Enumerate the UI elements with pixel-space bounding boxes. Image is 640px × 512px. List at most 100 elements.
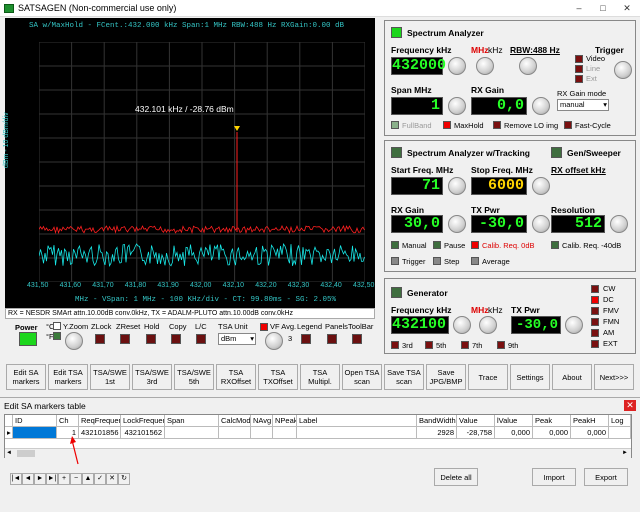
table-cell[interactable]: -28,758: [457, 427, 495, 439]
copy-toggle[interactable]: [171, 334, 181, 344]
fullband-checkbox[interactable]: [391, 121, 399, 129]
panels-toggle[interactable]: [327, 334, 337, 344]
column-header[interactable]: Log: [609, 415, 631, 427]
tsa-txpwr-knob[interactable]: [532, 215, 550, 233]
table-cell[interactable]: [609, 427, 631, 439]
table-cell[interactable]: 0,000: [571, 427, 609, 439]
tsa-start-knob[interactable]: [448, 177, 466, 195]
mode-ext-radio[interactable]: [591, 340, 599, 348]
toolbar-button[interactable]: About: [552, 364, 592, 390]
tsa-rxgain-knob[interactable]: [448, 215, 466, 233]
nav-button[interactable]: ↻: [118, 473, 130, 485]
toolbar-button[interactable]: TSA Multipl.: [300, 364, 340, 390]
minimize-button[interactable]: –: [572, 2, 586, 14]
calib-40db-checkbox[interactable]: [551, 241, 559, 249]
sa-mhz-label[interactable]: MHz: [471, 45, 488, 55]
gen-sweeper-led[interactable]: [551, 147, 562, 158]
import-button[interactable]: Import: [532, 468, 576, 486]
maximize-button[interactable]: □: [596, 2, 610, 14]
trigger-knob[interactable]: [614, 61, 632, 79]
zlock-toggle[interactable]: [95, 334, 105, 344]
toolbar-button[interactable]: Edit SA markers: [6, 364, 46, 390]
legend-toggle[interactable]: [301, 334, 311, 344]
toolbar-button[interactable]: Save TSA scan: [384, 364, 424, 390]
tsa-stop-knob[interactable]: [532, 177, 550, 195]
rxgain-mode-select[interactable]: manual ▾: [557, 99, 609, 111]
vf-avg-checkbox[interactable]: [260, 323, 268, 331]
gen-mhz-knob[interactable]: [479, 316, 497, 334]
sa-rxgain-knob[interactable]: [532, 97, 550, 115]
column-header[interactable]: Value: [457, 415, 495, 427]
fastcycle-checkbox[interactable]: [564, 121, 572, 129]
zreset-toggle[interactable]: [120, 334, 130, 344]
toolbar-toggle[interactable]: [352, 334, 362, 344]
sa-rxgain-display[interactable]: 0,0: [471, 97, 527, 115]
tsa-resolution-display[interactable]: 512: [551, 215, 605, 233]
sa-span-display[interactable]: 1: [391, 97, 443, 115]
power-button[interactable]: [19, 332, 37, 346]
column-header[interactable]: Span: [165, 415, 219, 427]
sa-rbw-knob[interactable]: [519, 57, 537, 75]
harmonic-5th-checkbox[interactable]: [425, 341, 433, 349]
mode-cw-radio[interactable]: [591, 285, 599, 293]
harmonic-7th-checkbox[interactable]: [461, 341, 469, 349]
tsa-enable-led[interactable]: [391, 147, 402, 158]
scroll-thumb[interactable]: [17, 450, 35, 457]
column-header[interactable]: LockFrequency: [121, 415, 165, 427]
sa-mhz-knob[interactable]: [476, 57, 494, 75]
column-header[interactable]: Label: [297, 415, 417, 427]
trigger-video-radio[interactable]: [575, 55, 583, 63]
horizontal-scrollbar[interactable]: ◄ ►: [5, 448, 631, 458]
tsa-trigger-checkbox[interactable]: [391, 257, 399, 265]
tsa-rxoffset-label[interactable]: RX offset kHz: [551, 165, 606, 175]
gen-txpwr-knob[interactable]: [565, 316, 583, 334]
table-cell[interactable]: [219, 427, 251, 439]
maxhold-checkbox[interactable]: [443, 121, 451, 129]
toolbar-button[interactable]: Open TSA scan: [342, 364, 382, 390]
scroll-right-icon[interactable]: ►: [622, 450, 628, 456]
close-button[interactable]: ✕: [620, 2, 634, 14]
markers-close-button[interactable]: ✕: [624, 400, 636, 411]
toolbar-button[interactable]: Settings: [510, 364, 550, 390]
sa-span-knob[interactable]: [448, 97, 466, 115]
average-checkbox[interactable]: [471, 257, 479, 265]
toolbar-button[interactable]: TSA/SWE 1st: [90, 364, 130, 390]
calib-0db-checkbox[interactable]: [471, 241, 479, 249]
table-cell[interactable]: [297, 427, 417, 439]
spectrum-plot[interactable]: SA w/MaxHold - FCent.:432.000 kHz Span:1…: [3, 18, 375, 308]
nav-button[interactable]: ►: [34, 473, 46, 485]
toolbar-button[interactable]: Edit TSA markers: [48, 364, 88, 390]
table-cell[interactable]: 432101856: [79, 427, 121, 439]
harmonic-9th-checkbox[interactable]: [497, 341, 505, 349]
step-checkbox[interactable]: [433, 257, 441, 265]
column-header[interactable]: ReqFrequency: [79, 415, 121, 427]
delete-all-button[interactable]: Delete all: [434, 468, 478, 486]
sa-frequency-knob[interactable]: [448, 57, 466, 75]
column-header[interactable]: NAvg: [251, 415, 273, 427]
gen-frequency-display[interactable]: 432100: [391, 316, 449, 334]
nav-button[interactable]: +: [58, 473, 70, 485]
table-cell[interactable]: 432101562: [121, 427, 165, 439]
toolbar-button[interactable]: TSA RXOffset: [216, 364, 256, 390]
tsa-resolution-knob[interactable]: [610, 215, 628, 233]
sa-khz-label[interactable]: kHz: [488, 45, 503, 55]
tsa-stop-display[interactable]: 6000: [471, 177, 527, 195]
toolbar-button[interactable]: Next>>>: [594, 364, 634, 390]
scroll-left-icon[interactable]: ◄: [6, 450, 12, 456]
hold-toggle[interactable]: [146, 334, 156, 344]
table-cell[interactable]: 0,000: [495, 427, 533, 439]
nav-button[interactable]: |◄: [10, 473, 22, 485]
nav-button[interactable]: ►|: [46, 473, 58, 485]
tsa-txpwr-display[interactable]: -30,0: [471, 215, 527, 233]
nav-button[interactable]: ◄: [22, 473, 34, 485]
nav-button[interactable]: ▲: [82, 473, 94, 485]
toolbar-button[interactable]: TSA/SWE 3rd: [132, 364, 172, 390]
column-header[interactable]: BandWidth: [417, 415, 457, 427]
mode-fmn-radio[interactable]: [591, 318, 599, 326]
nav-button[interactable]: ✓: [94, 473, 106, 485]
column-header[interactable]: NPeak: [273, 415, 297, 427]
table-cell[interactable]: [13, 427, 57, 439]
mode-am-radio[interactable]: [591, 329, 599, 337]
table-cell[interactable]: 0,000: [533, 427, 571, 439]
celsius-radio[interactable]: [53, 322, 61, 330]
